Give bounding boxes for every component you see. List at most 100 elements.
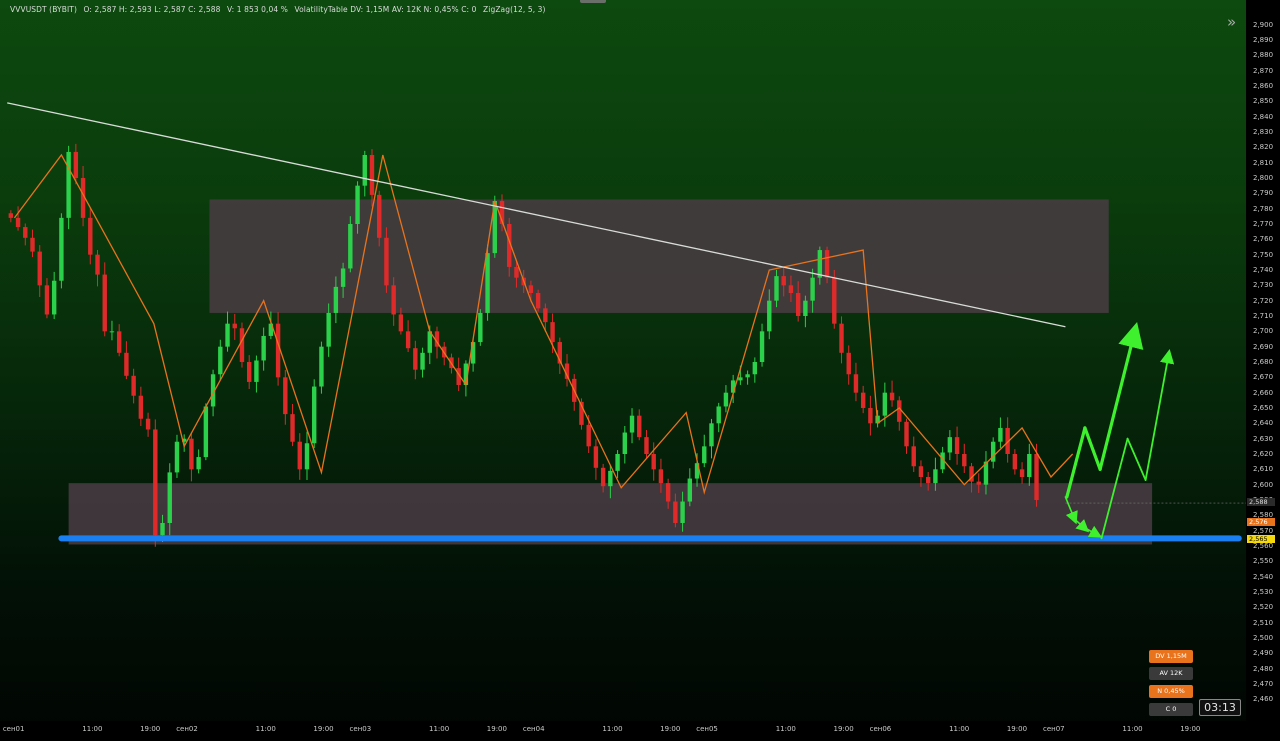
candle-body (853, 374, 859, 393)
candle-body (860, 392, 866, 408)
candle (312, 379, 317, 449)
time-tick: 19:00 (1006, 725, 1028, 733)
candle (203, 403, 209, 461)
candle-body (514, 266, 519, 278)
price-tick: 2,520 (1253, 603, 1274, 612)
candle-body (59, 217, 64, 281)
candle (723, 385, 729, 413)
candle (153, 419, 158, 547)
time-tick: 19:00 (313, 725, 334, 733)
candle-body (8, 213, 14, 218)
price-axis[interactable] (1246, 0, 1280, 741)
candle-body (153, 429, 158, 536)
time-tick: 11:00 (775, 725, 796, 733)
candle-body (608, 470, 613, 487)
candle (889, 380, 895, 407)
candle-body (767, 300, 772, 332)
candle-body (745, 374, 750, 378)
price-tick: 2,750 (1253, 250, 1274, 259)
ohlc-values: O: 2,587 H: 2,593 L: 2,587 C: 2,588 (83, 5, 221, 14)
candle-body (889, 392, 895, 401)
price-tick: 2,610 (1253, 465, 1274, 474)
price-tick: 2,480 (1253, 664, 1274, 673)
price-zone-1 (209, 199, 1109, 313)
collapse-chevron-icon[interactable]: » (1227, 14, 1243, 30)
candle (1027, 443, 1032, 486)
candle-body (665, 483, 671, 502)
candle (413, 340, 418, 380)
candle (196, 449, 201, 474)
price-tick: 2,900 (1253, 20, 1274, 29)
candle (593, 439, 599, 480)
price-tick: 2,570 (1253, 526, 1274, 535)
candle-body (962, 454, 967, 467)
candle-body (680, 501, 685, 523)
candle (853, 362, 859, 402)
candle (124, 341, 129, 380)
volatility-indicator[interactable]: VolatilityTable DV: 1,15M AV: 12K N: 0,4… (294, 5, 476, 14)
candle-body (629, 415, 635, 433)
candle-body (145, 418, 151, 430)
candle-body (369, 155, 375, 195)
candle-body (1034, 454, 1039, 500)
chart-plot[interactable] (0, 0, 1246, 721)
candle-body (102, 274, 107, 332)
symbol-label[interactable]: VVVUSDT (BYBIT) (10, 5, 77, 14)
candle-body (283, 377, 288, 415)
candle-body (218, 346, 223, 375)
candle-body (196, 457, 201, 470)
time-tick: 11:00 (82, 725, 103, 733)
price-tick: 2,550 (1253, 557, 1274, 566)
candle (918, 460, 924, 487)
price-tick: 2,660 (1253, 388, 1274, 397)
candle (348, 216, 353, 273)
price-tick: 2,870 (1253, 66, 1274, 75)
candle-body (398, 314, 404, 332)
candle-body (716, 406, 721, 424)
candle (247, 355, 252, 389)
candle (470, 338, 476, 372)
time-tick: сен04 (522, 725, 545, 733)
candle (290, 403, 295, 447)
candle-body (702, 446, 707, 464)
candle-body (333, 286, 339, 313)
candle-body (600, 467, 606, 487)
candle-body (377, 194, 382, 238)
candle-body (247, 362, 252, 382)
candle (232, 313, 237, 340)
candle (745, 370, 750, 385)
current-price-tag: 2,588 (1247, 498, 1275, 506)
candle-body (326, 312, 331, 347)
price-tick: 2,600 (1253, 480, 1274, 489)
candle-body (904, 421, 909, 447)
price-tick: 2,460 (1253, 695, 1274, 704)
candle-body (954, 437, 960, 454)
candle (405, 320, 411, 353)
candle-body (593, 446, 599, 468)
candle (557, 337, 562, 374)
volume-value: V: 1 853 0,04 % (226, 5, 288, 14)
price-tick: 2,470 (1253, 680, 1274, 688)
candle (897, 396, 902, 431)
time-tick: 19:00 (1180, 725, 1201, 733)
candle-body (897, 400, 902, 422)
candle-body (868, 408, 873, 424)
candle (947, 430, 953, 461)
bar-countdown-timer: 03:13 (1199, 699, 1241, 716)
chart-header: VVVUSDT (BYBIT) O: 2,587 H: 2,593 L: 2,5… (10, 5, 550, 14)
time-tick: 19:00 (140, 725, 161, 733)
orange-price-tag: 2,576 (1247, 518, 1275, 526)
candle-body (543, 308, 548, 323)
zigzag-indicator[interactable]: ZigZag(12, 5, 3) (483, 5, 546, 14)
candle-body (297, 441, 302, 470)
price-tick: 2,770 (1253, 220, 1274, 228)
projection-down-1 (1083, 426, 1102, 471)
candle-body (658, 469, 664, 484)
candle-body (1019, 469, 1025, 477)
price-tick: 2,630 (1253, 434, 1274, 443)
av-badge: AV 12K (1149, 667, 1193, 680)
candle-body (651, 454, 656, 470)
candle-body (882, 392, 888, 416)
candle (59, 213, 64, 289)
candle-body (709, 423, 714, 447)
